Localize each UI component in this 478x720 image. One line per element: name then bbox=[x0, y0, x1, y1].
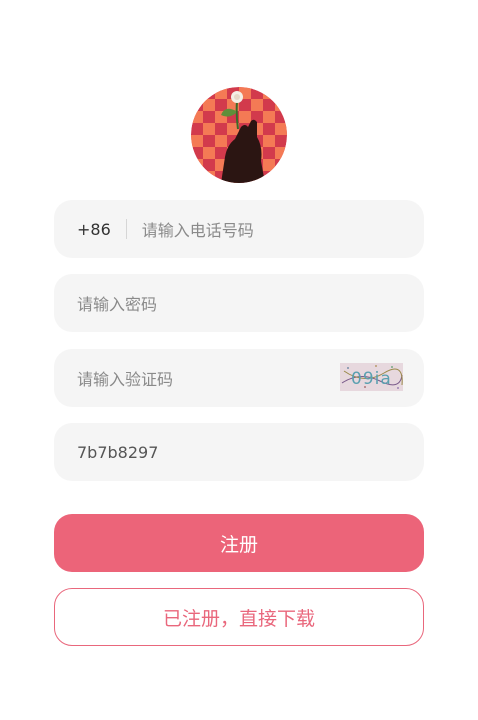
captcha-field[interactable]: 请输入验证码 09ia bbox=[54, 349, 424, 407]
captcha-input-placeholder[interactable]: 请输入验证码 bbox=[77, 366, 173, 390]
captcha-text: 09ia bbox=[351, 369, 392, 389]
country-code-divider bbox=[125, 219, 127, 239]
password-field[interactable]: 请输入密码 bbox=[54, 274, 424, 332]
phone-input-placeholder[interactable]: 请输入电话号码 bbox=[142, 217, 254, 241]
download-button[interactable]: 已注册，直接下载 bbox=[54, 588, 424, 646]
invite-code-value[interactable]: 7b7b8297 bbox=[77, 443, 158, 462]
password-input-placeholder[interactable]: 请输入密码 bbox=[77, 291, 157, 315]
phone-field[interactable]: +86 请输入电话号码 bbox=[54, 200, 424, 258]
rose-in-hand-avatar-icon bbox=[191, 87, 287, 183]
country-code[interactable]: +86 bbox=[77, 220, 111, 239]
avatar bbox=[191, 87, 287, 183]
register-button[interactable]: 注册 bbox=[54, 514, 424, 572]
captcha-image[interactable]: 09ia bbox=[340, 363, 403, 391]
invite-code-field[interactable]: 7b7b8297 bbox=[54, 423, 424, 481]
